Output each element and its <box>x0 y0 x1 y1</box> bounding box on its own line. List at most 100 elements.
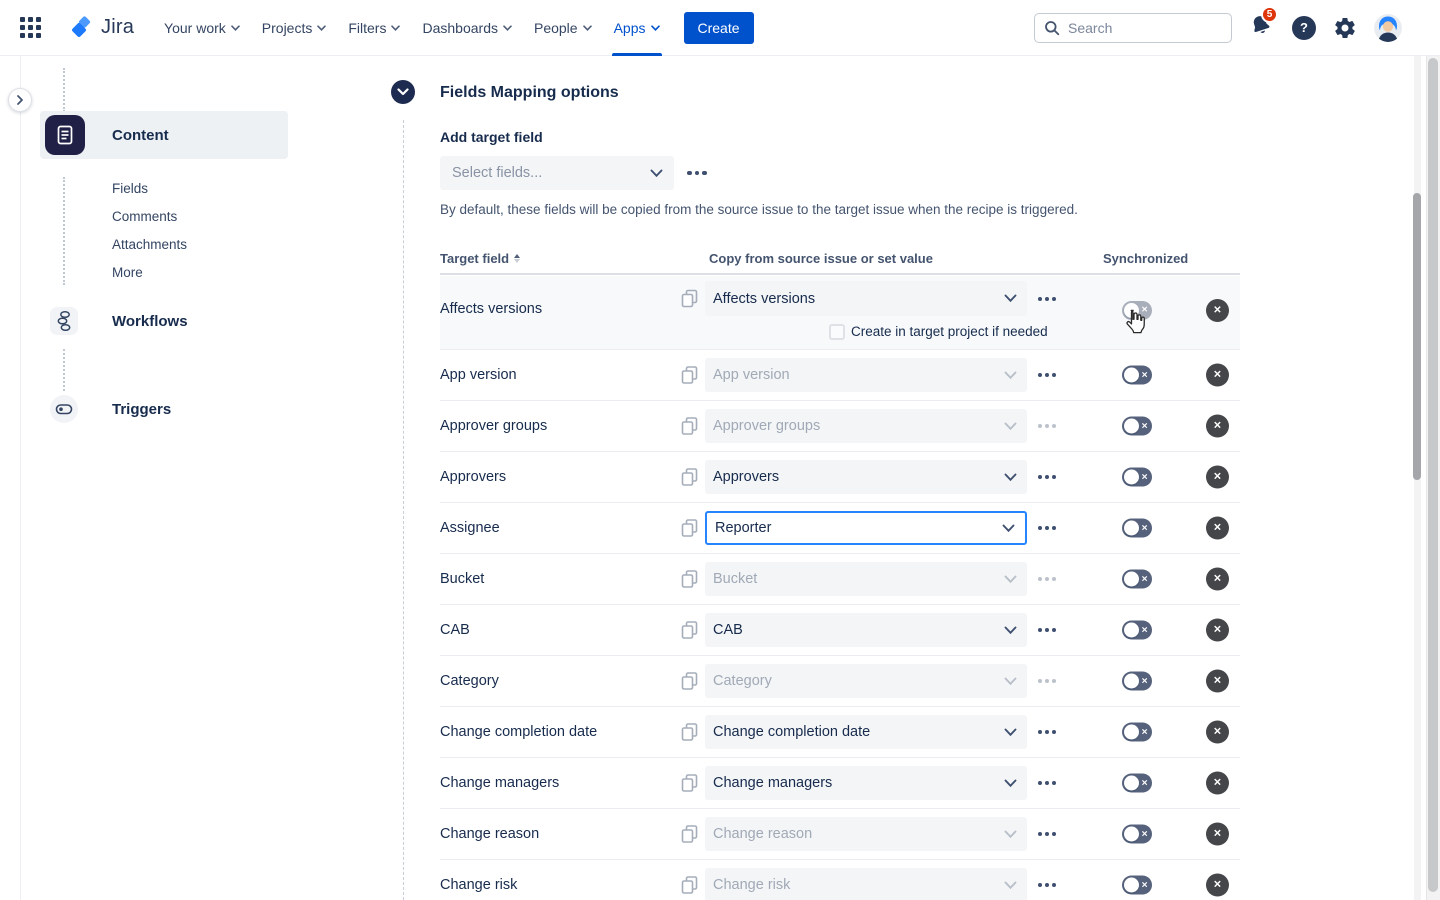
avatar[interactable] <box>1374 14 1402 42</box>
source-field-select[interactable]: Change completion date <box>705 715 1027 749</box>
sidebar-item-triggers[interactable]: Triggers <box>50 395 171 423</box>
copy-icon[interactable] <box>681 468 698 487</box>
sidebar-item-content[interactable]: Content <box>40 111 288 159</box>
add-field-more-menu[interactable] <box>687 168 707 178</box>
create-button[interactable]: Create <box>684 12 754 44</box>
remove-row-button[interactable]: ✕ <box>1206 364 1229 387</box>
nav-item-label: People <box>534 20 578 36</box>
app-switcher-icon[interactable] <box>20 17 41 38</box>
nav-item-projects[interactable]: Projects <box>260 0 329 56</box>
source-field-select[interactable]: Category <box>705 664 1027 698</box>
synchronized-toggle[interactable]: ✕ <box>1122 468 1152 487</box>
remove-row-button[interactable]: ✕ <box>1206 466 1229 489</box>
sidebar-collapse-button[interactable] <box>8 88 32 112</box>
source-field-value: Change risk <box>713 877 1004 893</box>
copy-icon[interactable] <box>681 570 698 589</box>
collapse-expand-icon <box>15 94 25 106</box>
remove-row-button[interactable]: ✕ <box>1206 721 1229 744</box>
synchronized-toggle[interactable]: ✕ <box>1122 723 1152 742</box>
source-field-select[interactable]: Reporter <box>705 511 1027 545</box>
row-more-menu[interactable] <box>1038 574 1056 584</box>
source-field-select[interactable]: Affects versions <box>705 281 1027 316</box>
nav-item-filters[interactable]: Filters <box>346 0 402 56</box>
source-field-select[interactable]: CAB <box>705 613 1027 647</box>
remove-row-button[interactable]: ✕ <box>1206 415 1229 438</box>
remove-row-button[interactable]: ✕ <box>1206 772 1229 795</box>
row-more-menu[interactable] <box>1038 880 1056 890</box>
synchronized-toggle[interactable]: ✕ <box>1122 672 1152 691</box>
row-more-menu[interactable] <box>1038 370 1056 380</box>
synchronized-toggle[interactable]: ✕ <box>1122 301 1152 320</box>
remove-icon: ✕ <box>1213 676 1221 687</box>
settings-icon[interactable] <box>1333 16 1357 40</box>
synchronized-toggle[interactable]: ✕ <box>1122 366 1152 385</box>
synchronized-toggle[interactable]: ✕ <box>1122 621 1152 640</box>
remove-row-button[interactable]: ✕ <box>1206 619 1229 642</box>
jira-logo[interactable]: Jira <box>70 16 134 40</box>
sidebar-item-fields[interactable]: Fields <box>112 175 187 203</box>
synchronized-toggle[interactable]: ✕ <box>1122 876 1152 895</box>
row-more-menu[interactable] <box>1038 829 1056 839</box>
sidebar-item-comments[interactable]: Comments <box>112 203 187 231</box>
row-more-menu[interactable] <box>1038 727 1056 737</box>
source-field-select[interactable]: Change reason <box>705 817 1027 851</box>
copy-icon[interactable] <box>681 825 698 844</box>
window-scrollbar-thumb[interactable] <box>1428 58 1438 892</box>
copy-icon[interactable] <box>681 289 698 308</box>
remove-row-button[interactable]: ✕ <box>1206 823 1229 846</box>
sidebar-item-attachments[interactable]: Attachments <box>112 231 187 259</box>
add-field-select[interactable]: Select fields... <box>440 156 674 190</box>
search-input[interactable] <box>1068 20 1218 36</box>
chevron-down-icon <box>317 25 326 31</box>
row-more-menu[interactable] <box>1038 472 1056 482</box>
source-field-select[interactable]: Bucket <box>705 562 1027 596</box>
target-field-label: CAB <box>440 622 470 638</box>
copy-icon[interactable] <box>681 417 698 436</box>
synchronized-toggle[interactable]: ✕ <box>1122 519 1152 538</box>
synchronized-toggle[interactable]: ✕ <box>1122 417 1152 436</box>
source-field-select[interactable]: App version <box>705 358 1027 392</box>
section-collapse-button[interactable] <box>391 80 415 104</box>
remove-row-button[interactable]: ✕ <box>1206 517 1229 540</box>
source-field-select[interactable]: Change managers <box>705 766 1027 800</box>
source-field-select[interactable]: Approvers <box>705 460 1027 494</box>
create-in-target-checkbox[interactable] <box>829 324 845 340</box>
field-mapping-row-change-managers: Change managersChange managers✕✕ <box>440 758 1240 809</box>
row-more-menu[interactable] <box>1038 294 1056 304</box>
copy-icon[interactable] <box>681 723 698 742</box>
remove-row-button[interactable]: ✕ <box>1206 874 1229 897</box>
row-more-menu[interactable] <box>1038 421 1056 431</box>
remove-icon: ✕ <box>1213 727 1221 738</box>
source-field-value: Approvers <box>713 469 1004 485</box>
synchronized-toggle[interactable]: ✕ <box>1122 774 1152 793</box>
sidebar-item-more[interactable]: More <box>112 259 187 287</box>
notifications-button[interactable]: 5 <box>1249 13 1275 43</box>
copy-icon[interactable] <box>681 621 698 640</box>
nav-item-dashboards[interactable]: Dashboards <box>420 0 514 56</box>
global-search[interactable] <box>1034 13 1232 43</box>
nav-item-apps[interactable]: Apps <box>612 0 662 56</box>
row-more-menu[interactable] <box>1038 676 1056 686</box>
row-more-menu[interactable] <box>1038 625 1056 635</box>
chevron-down-icon <box>391 25 400 31</box>
source-field-select[interactable]: Change risk <box>705 868 1027 900</box>
remove-row-button[interactable]: ✕ <box>1206 299 1229 322</box>
copy-icon[interactable] <box>681 366 698 385</box>
panel-scrollbar-thumb[interactable] <box>1413 193 1421 480</box>
copy-icon[interactable] <box>681 672 698 691</box>
remove-row-button[interactable]: ✕ <box>1206 568 1229 591</box>
copy-icon[interactable] <box>681 519 698 538</box>
row-more-menu[interactable] <box>1038 523 1056 533</box>
copy-icon[interactable] <box>681 876 698 895</box>
sidebar-item-workflows[interactable]: Workflows <box>50 307 188 335</box>
synchronized-toggle[interactable]: ✕ <box>1122 570 1152 589</box>
column-header-target-field[interactable]: Target field <box>440 251 520 266</box>
row-more-menu[interactable] <box>1038 778 1056 788</box>
help-button[interactable]: ? <box>1292 16 1316 40</box>
nav-item-your-work[interactable]: Your work <box>162 0 242 56</box>
source-field-select[interactable]: Approver groups <box>705 409 1027 443</box>
copy-icon[interactable] <box>681 774 698 793</box>
synchronized-toggle[interactable]: ✕ <box>1122 825 1152 844</box>
remove-row-button[interactable]: ✕ <box>1206 670 1229 693</box>
nav-item-people[interactable]: People <box>532 0 594 56</box>
